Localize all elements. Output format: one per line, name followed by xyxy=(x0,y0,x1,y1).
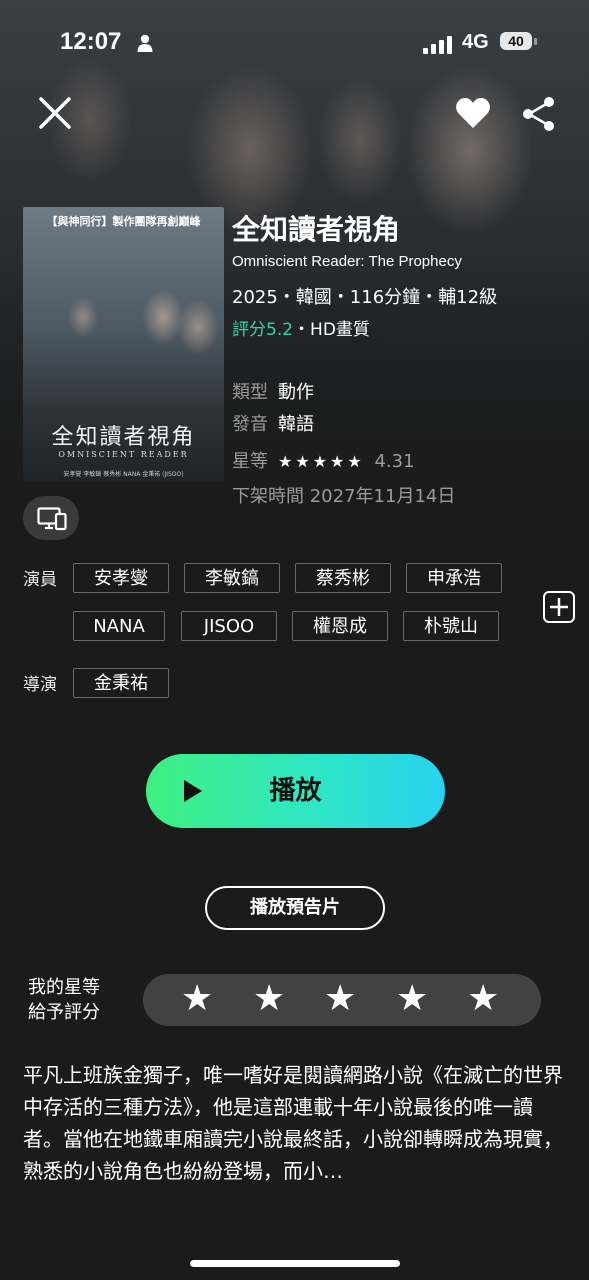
device-button[interactable] xyxy=(23,496,79,540)
cast-tag[interactable]: 李敏鎬 xyxy=(184,563,280,593)
stars-label: 星等 xyxy=(232,451,268,472)
my-rating-label: 我的星等 給予評分 xyxy=(28,975,100,1025)
movie-title: 全知讀者視角 xyxy=(232,213,401,246)
audio-value: 韓語 xyxy=(278,414,314,435)
rating-stars-bar: ★ ★ ★ ★ ★ xyxy=(143,974,541,1026)
offline-date: 2027年11月14日 xyxy=(309,486,456,507)
rate-star-5[interactable]: ★ xyxy=(467,978,499,1020)
rate-star-2[interactable]: ★ xyxy=(253,978,285,1020)
cast-tag[interactable]: 權恩成 xyxy=(292,611,388,641)
stars-glyphs: ★★★★★ xyxy=(278,452,365,471)
plus-icon xyxy=(550,598,568,616)
rate-star-1[interactable]: ★ xyxy=(181,978,213,1020)
cast-label: 演員 xyxy=(23,570,57,590)
my-rating-line2: 給予評分 xyxy=(28,1002,100,1023)
cast-tag[interactable]: 蔡秀彬 xyxy=(295,563,391,593)
heart-icon[interactable] xyxy=(455,96,491,130)
genre-value: 動作 xyxy=(278,382,314,403)
audio-label: 發音 xyxy=(232,414,268,435)
signal-icon xyxy=(423,36,452,54)
devices-icon xyxy=(37,507,67,531)
stars-value: 4.31 xyxy=(374,451,415,472)
my-rating-line1: 我的星等 xyxy=(28,977,100,998)
battery-level: 40 xyxy=(500,32,532,50)
movie-meta: 2025・韓國・116分鐘・輔12級 xyxy=(232,287,498,308)
cast-tag[interactable]: 申承浩 xyxy=(406,563,502,593)
play-button[interactable]: 播放 xyxy=(146,754,445,828)
rate-star-3[interactable]: ★ xyxy=(324,978,356,1020)
battery-icon: 40 xyxy=(500,32,538,52)
director-label: 導演 xyxy=(23,675,57,695)
status-time: 12:07 xyxy=(60,28,122,55)
cast-tag[interactable]: 朴號山 xyxy=(403,611,499,641)
quality: ・HD畫質 xyxy=(293,320,370,340)
poster-title: 全知讀者視角 xyxy=(51,425,196,450)
close-icon[interactable] xyxy=(38,96,72,130)
offline-row: 下架時間 2027年11月14日 xyxy=(232,482,455,508)
rating-line: 評分5.2・HD畫質 xyxy=(232,315,370,340)
cast-tag[interactable]: JISOO xyxy=(181,611,277,641)
audio-row: 發音 韓語 xyxy=(232,410,314,436)
genre-label: 類型 xyxy=(232,382,268,403)
play-label: 播放 xyxy=(269,776,322,806)
score: 評分5.2 xyxy=(232,320,294,340)
movie-description: 平凡上班族金獨子，唯一嗜好是閱讀網路小說《在滅亡的世界中存活的三種方法》，他是這… xyxy=(23,1063,563,1183)
home-indicator[interactable] xyxy=(190,1260,400,1267)
director-tag[interactable]: 金秉祐 xyxy=(73,668,169,698)
network-type: 4G xyxy=(462,31,489,53)
cast-tag[interactable]: NANA xyxy=(73,611,165,641)
genre-row: 類型 動作 xyxy=(232,378,314,404)
movie-subtitle: Omniscient Reader: The Prophecy xyxy=(232,253,462,270)
movie-poster: 【與神同行】製作團隊再創巔峰 全知讀者視角 OMNISCIENT READER … xyxy=(23,207,224,482)
rate-star-4[interactable]: ★ xyxy=(396,978,428,1020)
trailer-button[interactable]: 播放預告片 xyxy=(205,886,385,930)
stars-row: 星等 ★★★★★ 4.31 xyxy=(232,447,415,473)
offline-label: 下架時間 xyxy=(232,486,304,507)
poster-credits: 安孝燮 李敏鎬 蔡秀彬 NANA 金秉祐 (JISOO) xyxy=(63,471,184,478)
status-bar: 12:07 4G 40 xyxy=(0,28,589,62)
poster-subtitle: OMNISCIENT READER xyxy=(58,450,189,459)
person-icon xyxy=(137,34,153,52)
cast-tag[interactable]: 安孝燮 xyxy=(73,563,169,593)
more-cast-button[interactable] xyxy=(543,591,575,623)
poster-tagline: 【與神同行】製作團隊再創巔峰 xyxy=(46,215,201,228)
share-icon[interactable] xyxy=(521,96,557,132)
